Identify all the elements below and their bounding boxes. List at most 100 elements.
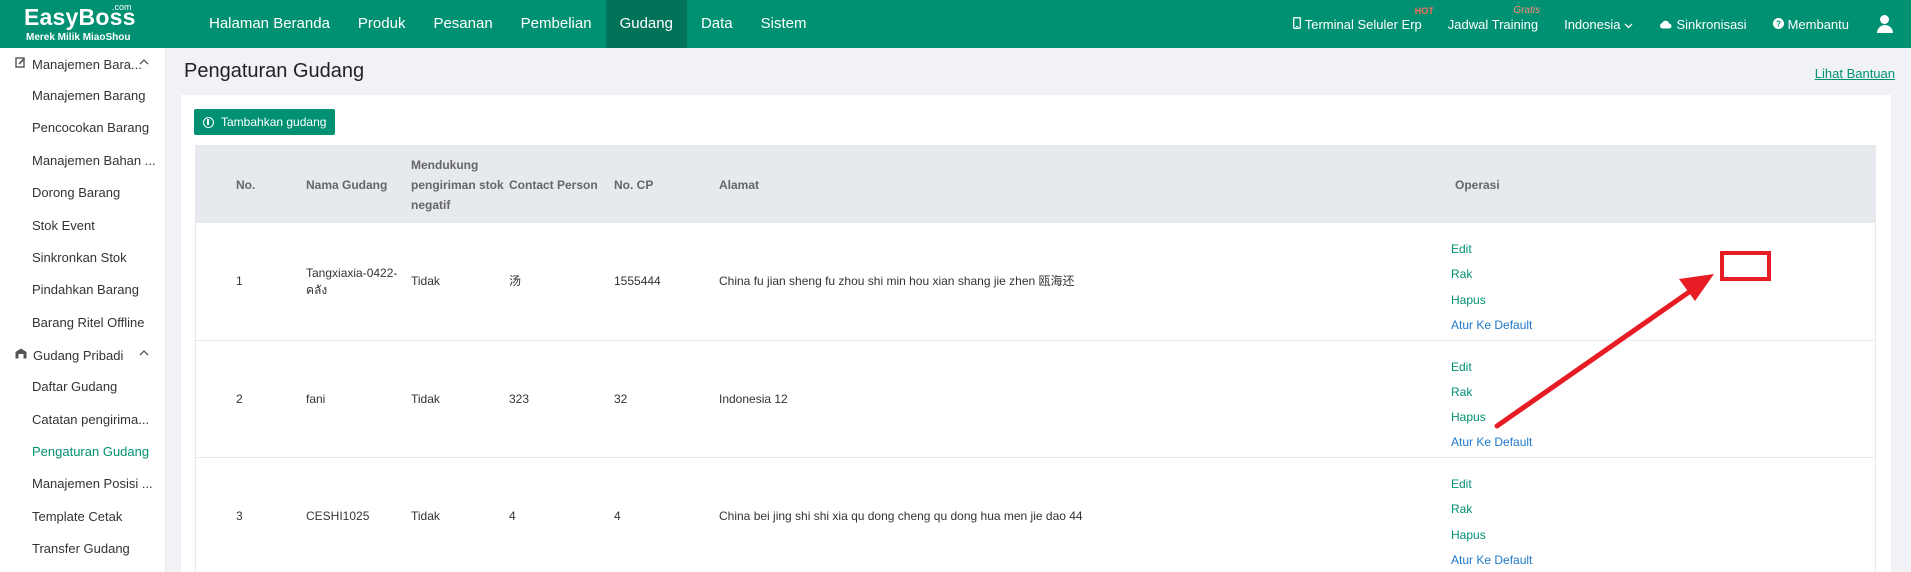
rack-link[interactable]: Rak	[1451, 497, 1532, 522]
sidebar-group-product-management[interactable]: Manajemen Bara...	[0, 48, 165, 80]
logo[interactable]: EasyBoss .com Merek Milik MiaoShou	[0, 0, 166, 48]
cell-negative-stock: Tidak	[411, 391, 440, 406]
sidebar-group-label: Manajemen Bara...	[32, 56, 142, 72]
set-default-link[interactable]: Atur Ke Default	[1451, 548, 1532, 572]
nav-products[interactable]: Produk	[344, 0, 420, 48]
main-nav: Halaman Beranda Produk Pesanan Pembelian…	[195, 0, 820, 48]
table-row: 1 Tangxiaxia-0422-คลัง Tidak 汤 1555444 C…	[196, 223, 1875, 341]
sidebar-item-move-products[interactable]: Pindahkan Barang	[0, 274, 165, 306]
svg-text:?: ?	[1776, 19, 1781, 28]
cell-warehouse-name: CESHI1025	[306, 509, 370, 523]
mobile-icon	[1292, 16, 1301, 32]
header-warehouse-name: Nama Gudang	[306, 177, 388, 192]
sidebar-item-material-management[interactable]: Manajemen Bahan ...	[0, 145, 165, 177]
set-default-link[interactable]: Atur Ke Default	[1451, 313, 1532, 338]
training-link[interactable]: Jadwal Training Gratis	[1447, 5, 1540, 32]
header-operation: Operasi	[1455, 177, 1500, 192]
edit-link[interactable]: Edit	[1451, 237, 1532, 262]
header-address: Alamat	[719, 177, 760, 192]
sidebar-item-position-management[interactable]: Manajemen Posisi ...	[0, 468, 165, 500]
sidebar-item-warehouse-transfer[interactable]: Transfer Gudang	[0, 533, 165, 565]
chevron-up-icon	[139, 347, 149, 359]
row-operations: Edit Rak Hapus Atur Ke Default	[1451, 472, 1532, 572]
header-contact-person: Contact Person	[509, 177, 598, 192]
nav-home[interactable]: Halaman Beranda	[195, 0, 344, 48]
nav-system[interactable]: Sistem	[747, 0, 821, 48]
sidebar-item-sync-stock[interactable]: Sinkronkan Stok	[0, 242, 165, 274]
top-navbar: EasyBoss .com Merek Milik MiaoShou Halam…	[0, 0, 1911, 48]
sidebar-item-stock-event[interactable]: Stok Event	[0, 210, 165, 242]
row-operations: Edit Rak Hapus Atur Ke Default	[1451, 355, 1532, 456]
brand-tagline: Merek Milik MiaoShou	[26, 32, 131, 43]
cell-no: 2	[236, 391, 243, 406]
cell-contact-phone: 32	[614, 391, 628, 406]
add-circle-icon	[203, 116, 214, 128]
question-icon: ?	[1772, 17, 1784, 32]
training-label: Jadwal Training	[1447, 16, 1539, 32]
help-button[interactable]: ? Membantu	[1772, 16, 1849, 32]
edit-link[interactable]: Edit	[1451, 355, 1532, 380]
sidebar-item-product-management[interactable]: Manajemen Barang	[0, 80, 165, 112]
cell-contact-person: 4	[509, 509, 516, 523]
sync-button[interactable]: Sinkronisasi	[1659, 16, 1747, 32]
nav-purchases[interactable]: Pembelian	[507, 0, 606, 48]
cell-contact-person: 323	[509, 391, 530, 406]
cell-negative-stock: Tidak	[411, 274, 440, 288]
brand-com: .com	[112, 2, 132, 12]
edit-doc-icon	[15, 57, 26, 71]
sidebar-item-warehouse-settings[interactable]: Pengaturan Gudang	[0, 436, 165, 468]
content-panel: Tambahkan gudang No. Nama Gudang Menduku…	[181, 95, 1891, 572]
cell-contact-person: 汤	[509, 274, 522, 288]
cell-negative-stock: Tidak	[411, 509, 440, 523]
page-title: Pengaturan Gudang	[184, 60, 365, 82]
cloud-icon	[1659, 17, 1672, 32]
cell-no: 1	[236, 274, 243, 288]
nav-warehouse[interactable]: Gudang	[605, 0, 687, 48]
sidebar-item-offline-retail[interactable]: Barang Ritel Offline	[0, 307, 165, 339]
cell-warehouse-name: Tangxiaxia-0422-คลัง	[306, 265, 398, 297]
cell-address: China fu jian sheng fu zhou shi min hou …	[719, 274, 1075, 288]
cell-address: China bei jing shi shi xia qu dong cheng…	[719, 509, 1083, 523]
sidebar-group-private-warehouse[interactable]: Gudang Pribadi	[0, 339, 165, 371]
sidebar-item-product-matching[interactable]: Pencocokan Barang	[0, 112, 165, 144]
language-select[interactable]: Indonesia	[1564, 17, 1633, 32]
mobile-terminal-label: Terminal Seluler Erp	[1304, 16, 1422, 32]
hot-badge: HOT	[1414, 5, 1434, 16]
rack-link[interactable]: Rak	[1451, 262, 1532, 287]
sync-label: Sinkronisasi	[1676, 16, 1747, 32]
rack-link[interactable]: Rak	[1451, 380, 1532, 405]
table-header: No. Nama Gudang Mendukung pengiriman sto…	[196, 146, 1875, 223]
delete-link[interactable]: Hapus	[1451, 523, 1532, 548]
nav-orders[interactable]: Pesanan	[419, 0, 506, 48]
sidebar-item-push-products[interactable]: Dorong Barang	[0, 177, 165, 209]
user-avatar-icon[interactable]	[1875, 14, 1895, 34]
header-negative-stock: Mendukung pengiriman stok negatif	[411, 157, 504, 212]
free-badge: Gratis	[1513, 4, 1541, 16]
delete-link[interactable]: Hapus	[1451, 405, 1532, 430]
sidebar-item-print-template[interactable]: Template Cetak	[0, 501, 165, 533]
view-help-link[interactable]: Lihat Bantuan	[1815, 66, 1895, 81]
language-label: Indonesia	[1564, 16, 1621, 32]
nav-data[interactable]: Data	[687, 0, 747, 48]
help-label: Membantu	[1787, 16, 1849, 32]
sidebar-item-shipping-records[interactable]: Catatan pengirima...	[0, 404, 165, 436]
table-row: 3 CESHI1025 Tidak 4 4 China bei jing shi…	[196, 458, 1875, 572]
add-warehouse-button[interactable]: Tambahkan gudang	[194, 109, 336, 135]
warehouse-icon	[15, 348, 27, 362]
main-content: Pengaturan Gudang Lihat Bantuan Tambahka…	[166, 48, 1911, 572]
sidebar-item-warehouse-list[interactable]: Daftar Gudang	[0, 371, 165, 403]
edit-link[interactable]: Edit	[1451, 472, 1532, 497]
header-no: No.	[236, 177, 256, 192]
table-row: 2 fani Tidak 323 32 Indonesia 12 Edit Ra…	[196, 341, 1875, 458]
delete-link[interactable]: Hapus	[1451, 288, 1532, 313]
set-default-link[interactable]: Atur Ke Default	[1451, 430, 1532, 455]
sidebar: Manajemen Bara... Manajemen Barang Penco…	[0, 48, 166, 572]
cell-contact-phone: 1555444	[614, 274, 661, 288]
top-right-tools: Terminal Seluler Erp HOT Jadwal Training…	[1292, 0, 1911, 48]
cell-address: Indonesia 12	[719, 391, 788, 406]
chevron-up-icon	[139, 56, 149, 68]
header-contact-phone: No. CP	[614, 177, 654, 192]
mobile-terminal-link[interactable]: Terminal Seluler Erp HOT	[1292, 6, 1434, 32]
sidebar-group-label: Gudang Pribadi	[33, 347, 124, 363]
warehouse-table: No. Nama Gudang Mendukung pengiriman sto…	[195, 145, 1876, 572]
